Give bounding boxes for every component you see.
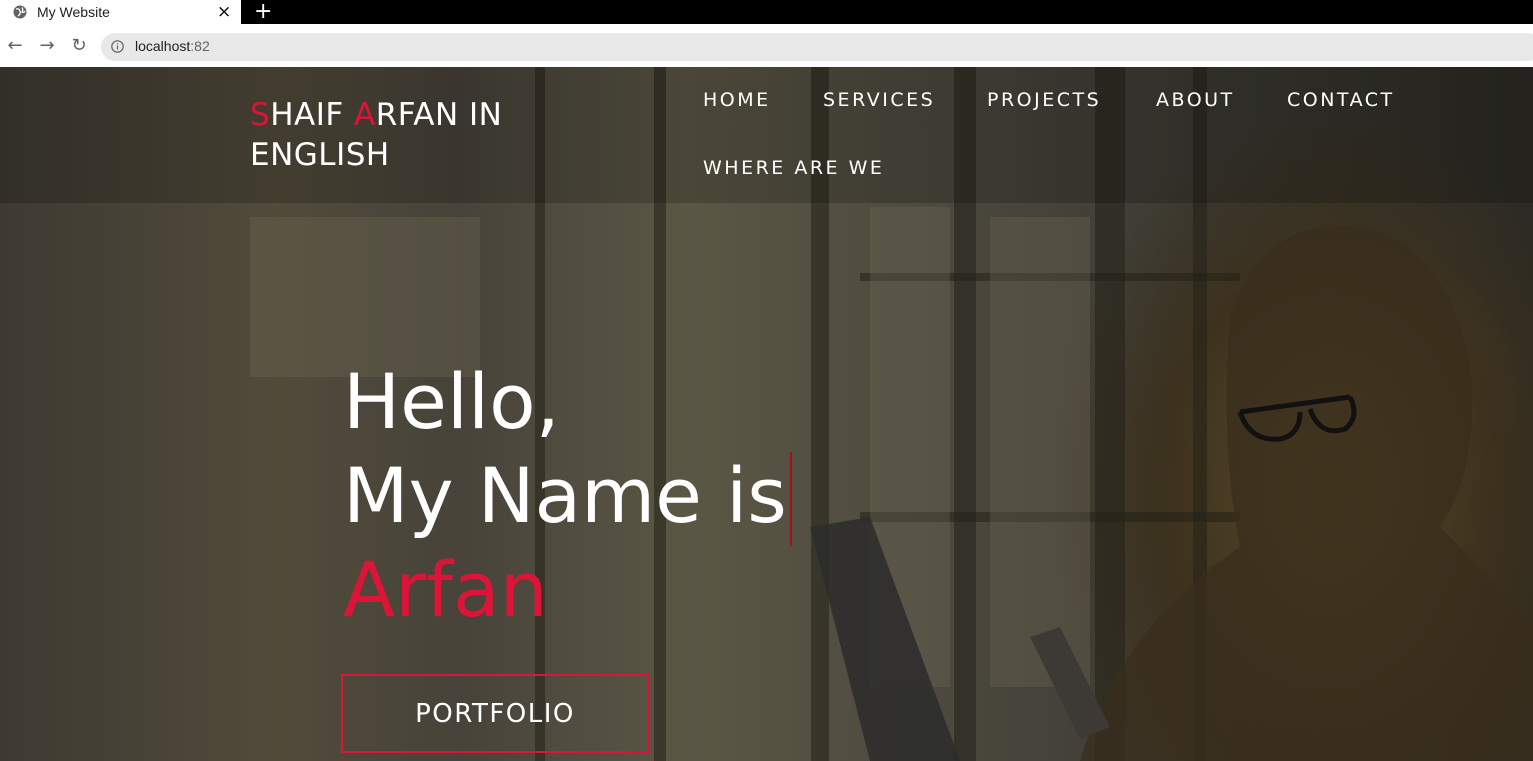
- tab-title: My Website: [37, 4, 110, 20]
- site-logo[interactable]: SHAIF ARFAN IN ENGLISH: [250, 95, 502, 175]
- logo-text-1: HAIF: [270, 97, 355, 133]
- info-icon[interactable]: [111, 40, 124, 53]
- hero-name: Arfan: [343, 545, 548, 634]
- logo-line-1: SHAIF ARFAN IN: [250, 95, 502, 135]
- logo-accent-a: A: [354, 97, 376, 133]
- logo-text-2: RFAN IN: [375, 97, 503, 133]
- reload-icon[interactable]: ↻: [69, 36, 89, 56]
- hero-intro: My Name is: [343, 451, 787, 540]
- nav-about[interactable]: ABOUT: [1156, 89, 1235, 111]
- back-arrow-icon[interactable]: ←: [5, 36, 25, 56]
- logo-accent-s: S: [250, 97, 271, 133]
- url-port: :82: [190, 38, 210, 54]
- nav-contact[interactable]: CONTACT: [1287, 89, 1395, 111]
- header: [0, 67, 1533, 203]
- hero-section: SHAIF ARFAN IN ENGLISH HOME SERVICES PRO…: [0, 67, 1533, 761]
- nav-where-are-we[interactable]: WHERE ARE WE: [703, 157, 884, 179]
- browser-tab[interactable]: My Website ×: [0, 0, 241, 24]
- hero-greeting: Hello,: [343, 357, 560, 446]
- globe-icon: [13, 5, 27, 19]
- nav-projects[interactable]: PROJECTS: [987, 89, 1101, 111]
- nav-services[interactable]: SERVICES: [823, 89, 935, 111]
- browser-tab-bar: My Website × +: [0, 0, 1533, 24]
- nav-home[interactable]: HOME: [703, 89, 771, 111]
- hero-heading: Hello, My Name is Arfan: [343, 355, 787, 637]
- url-host: localhost: [135, 38, 191, 54]
- logo-line-2: ENGLISH: [250, 137, 390, 173]
- url-text: localhost:82: [135, 38, 210, 54]
- forward-arrow-icon[interactable]: →: [37, 36, 57, 56]
- close-tab-icon[interactable]: ×: [217, 2, 231, 22]
- address-bar[interactable]: localhost:82: [101, 33, 1533, 61]
- typing-cursor: [790, 452, 792, 546]
- new-tab-button[interactable]: +: [254, 0, 272, 24]
- portfolio-button[interactable]: PORTFOLIO: [341, 674, 649, 753]
